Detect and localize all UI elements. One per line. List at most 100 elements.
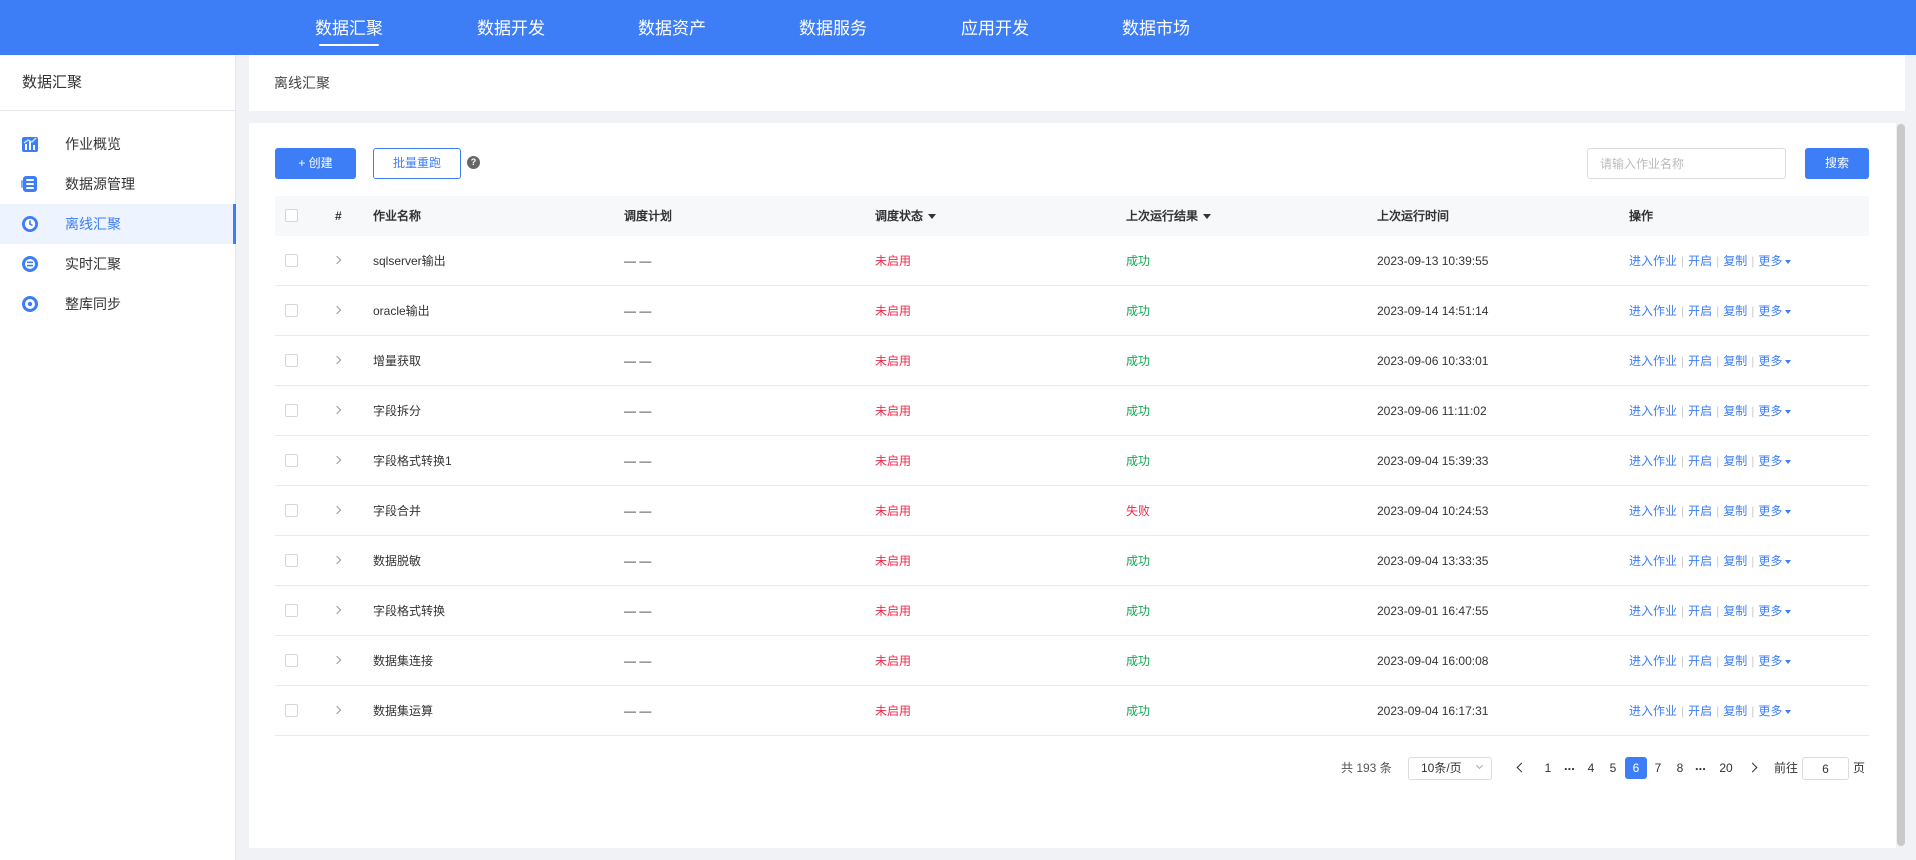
row-checkbox[interactable] xyxy=(285,254,298,267)
row-checkbox[interactable] xyxy=(285,604,298,617)
scrollbar-thumb[interactable] xyxy=(1897,124,1905,846)
page-4[interactable]: 4 xyxy=(1580,757,1602,779)
start-link[interactable]: 开启 xyxy=(1688,654,1712,668)
sidebar-item-label: 离线汇聚 xyxy=(65,216,121,232)
start-link[interactable]: 开启 xyxy=(1688,404,1712,418)
copy-link[interactable]: 复制 xyxy=(1723,704,1747,718)
caret-down-icon xyxy=(1785,659,1792,664)
enter-job-link[interactable]: 进入作业 xyxy=(1629,454,1677,468)
expand-arrow-icon[interactable] xyxy=(332,705,342,715)
row-checkbox[interactable] xyxy=(285,704,298,717)
expand-arrow-icon[interactable] xyxy=(332,555,342,565)
copy-link[interactable]: 复制 xyxy=(1723,254,1747,268)
select-all-checkbox[interactable] xyxy=(285,209,298,222)
schedule-status: 未启用 xyxy=(875,454,912,468)
copy-link[interactable]: 复制 xyxy=(1723,504,1747,518)
help-icon[interactable]: ? xyxy=(467,156,480,169)
top-nav-data-market[interactable]: 数据市场 xyxy=(1122,0,1190,55)
page-size-select[interactable]: 10条/页 xyxy=(1408,757,1492,780)
more-dropdown[interactable]: 更多 xyxy=(1758,354,1792,368)
row-checkbox[interactable] xyxy=(285,304,298,317)
row-checkbox[interactable] xyxy=(285,454,298,467)
search-input[interactable] xyxy=(1587,148,1786,179)
page-20[interactable]: 20 xyxy=(1713,757,1739,779)
header-last-run-result[interactable]: 上次运行结果 xyxy=(1126,196,1212,236)
start-link[interactable]: 开启 xyxy=(1688,454,1712,468)
start-link[interactable]: 开启 xyxy=(1688,254,1712,268)
top-nav-app-development[interactable]: 应用开发 xyxy=(961,0,1029,55)
row-checkbox[interactable] xyxy=(285,404,298,417)
separator: | xyxy=(1751,354,1755,368)
enter-job-link[interactable]: 进入作业 xyxy=(1629,704,1677,718)
enter-job-link[interactable]: 进入作业 xyxy=(1629,354,1677,368)
expand-arrow-icon[interactable] xyxy=(332,655,342,665)
header-schedule-status[interactable]: 调度状态 xyxy=(875,196,937,236)
expand-arrow-icon[interactable] xyxy=(332,505,342,515)
more-dropdown[interactable]: 更多 xyxy=(1758,704,1792,718)
page-5[interactable]: 5 xyxy=(1602,757,1624,779)
top-nav-data-service[interactable]: 数据服务 xyxy=(799,0,867,55)
pagination-ellipsis[interactable]: ... xyxy=(1564,755,1575,777)
copy-link[interactable]: 复制 xyxy=(1723,304,1747,318)
start-link[interactable]: 开启 xyxy=(1688,304,1712,318)
header-last-run-time: 上次运行时间 xyxy=(1377,209,1450,223)
top-nav-data-assets[interactable]: 数据资产 xyxy=(638,0,706,55)
page-7[interactable]: 7 xyxy=(1647,757,1669,779)
page-1[interactable]: 1 xyxy=(1537,757,1559,779)
sidebar-item-full-database-sync[interactable]: 整库同步 xyxy=(0,284,236,324)
copy-link[interactable]: 复制 xyxy=(1723,654,1747,668)
expand-arrow-icon[interactable] xyxy=(332,355,342,365)
sidebar-item-job-overview[interactable]: 作业概览 xyxy=(0,124,236,164)
job-name: 数据集连接 xyxy=(373,654,434,668)
enter-job-link[interactable]: 进入作业 xyxy=(1629,554,1677,568)
copy-link[interactable]: 复制 xyxy=(1723,554,1747,568)
row-checkbox[interactable] xyxy=(285,554,298,567)
enter-job-link[interactable]: 进入作业 xyxy=(1629,654,1677,668)
goto-page-input[interactable] xyxy=(1802,757,1849,780)
enter-job-link[interactable]: 进入作业 xyxy=(1629,504,1677,518)
copy-link[interactable]: 复制 xyxy=(1723,454,1747,468)
copy-link[interactable]: 复制 xyxy=(1723,354,1747,368)
start-link[interactable]: 开启 xyxy=(1688,704,1712,718)
job-name: 字段格式转换 xyxy=(373,604,446,618)
sidebar-item-datasource-management[interactable]: 数据源管理 xyxy=(0,164,236,204)
page-6-current[interactable]: 6 xyxy=(1625,757,1647,779)
more-dropdown[interactable]: 更多 xyxy=(1758,404,1792,418)
top-nav-data-development[interactable]: 数据开发 xyxy=(477,0,545,55)
row-checkbox[interactable] xyxy=(285,354,298,367)
caret-down-icon xyxy=(1785,609,1792,614)
more-dropdown[interactable]: 更多 xyxy=(1758,504,1792,518)
start-link[interactable]: 开启 xyxy=(1688,504,1712,518)
separator: | xyxy=(1716,704,1720,718)
more-dropdown[interactable]: 更多 xyxy=(1758,604,1792,618)
enter-job-link[interactable]: 进入作业 xyxy=(1629,304,1677,318)
batch-rerun-button[interactable]: 批量重跑 xyxy=(373,148,461,179)
more-dropdown[interactable]: 更多 xyxy=(1758,254,1792,268)
copy-link[interactable]: 复制 xyxy=(1723,604,1747,618)
enter-job-link[interactable]: 进入作业 xyxy=(1629,254,1677,268)
expand-arrow-icon[interactable] xyxy=(332,405,342,415)
expand-arrow-icon[interactable] xyxy=(332,305,342,315)
start-link[interactable]: 开启 xyxy=(1688,354,1712,368)
sidebar-item-realtime-aggregation[interactable]: 实时汇聚 xyxy=(0,244,236,284)
page-8[interactable]: 8 xyxy=(1669,757,1691,779)
start-link[interactable]: 开启 xyxy=(1688,554,1712,568)
row-checkbox[interactable] xyxy=(285,654,298,667)
top-nav-data-aggregation[interactable]: 数据汇聚 xyxy=(315,0,383,55)
pagination-ellipsis[interactable]: ... xyxy=(1695,755,1706,777)
enter-job-link[interactable]: 进入作业 xyxy=(1629,604,1677,618)
more-dropdown[interactable]: 更多 xyxy=(1758,304,1792,318)
expand-arrow-icon[interactable] xyxy=(332,455,342,465)
create-button[interactable]: + 创建 xyxy=(275,148,356,179)
more-dropdown[interactable]: 更多 xyxy=(1758,654,1792,668)
expand-arrow-icon[interactable] xyxy=(332,255,342,265)
enter-job-link[interactable]: 进入作业 xyxy=(1629,404,1677,418)
expand-arrow-icon[interactable] xyxy=(332,605,342,615)
sidebar-item-offline-aggregation[interactable]: 离线汇聚 xyxy=(0,204,236,244)
more-dropdown[interactable]: 更多 xyxy=(1758,554,1792,568)
start-link[interactable]: 开启 xyxy=(1688,604,1712,618)
search-button[interactable]: 搜索 xyxy=(1805,148,1869,179)
row-checkbox[interactable] xyxy=(285,504,298,517)
copy-link[interactable]: 复制 xyxy=(1723,404,1747,418)
more-dropdown[interactable]: 更多 xyxy=(1758,454,1792,468)
